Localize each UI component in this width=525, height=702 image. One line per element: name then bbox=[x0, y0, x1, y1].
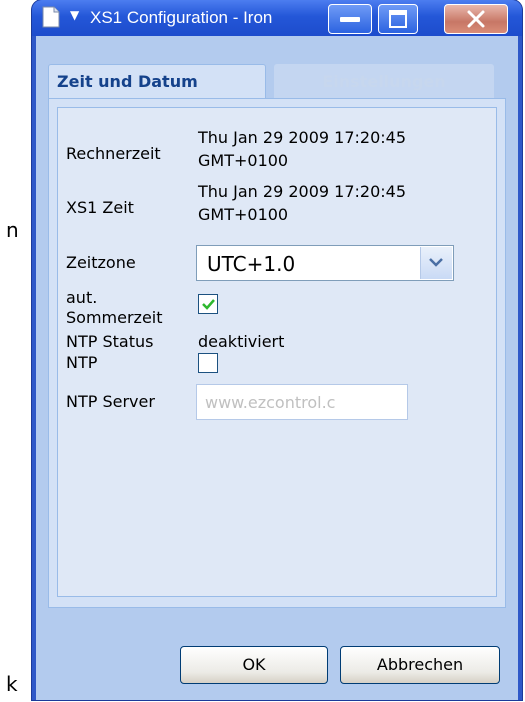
form-fieldset: Rechnerzeit Thu Jan 29 2009 17:20:45 GMT… bbox=[57, 107, 497, 597]
minimize-icon bbox=[340, 17, 360, 22]
tab-einstellungen[interactable]: Einstellungen bbox=[274, 64, 494, 98]
sommerzeit-label-line1: aut. bbox=[66, 288, 98, 307]
window-client-area: Zeit und Datum Einstellungen Rechnerzeit… bbox=[36, 36, 518, 700]
close-button[interactable] bbox=[444, 4, 508, 34]
zeitzone-select[interactable]: UTC+1.0 bbox=[196, 245, 454, 281]
ok-button[interactable]: OK bbox=[180, 646, 328, 684]
menu-arrow-icon[interactable]: ▼ bbox=[70, 8, 79, 22]
sommerzeit-checkbox[interactable] bbox=[198, 294, 218, 314]
xs1-zeit-label: XS1 Zeit bbox=[66, 198, 134, 217]
tab-zeit-und-datum[interactable]: Zeit und Datum bbox=[48, 64, 266, 98]
rechnerzeit-value-line1: Thu Jan 29 2009 17:20:45 bbox=[198, 128, 406, 147]
tab-panel: Rechnerzeit Thu Jan 29 2009 17:20:45 GMT… bbox=[48, 98, 506, 608]
configuration-window: ▼ XS1 Configuration - Iron Zeit und Datu… bbox=[32, 0, 522, 700]
window-title: XS1 Configuration - Iron bbox=[90, 8, 273, 27]
ntp-server-input[interactable]: www.ezcontrol.c bbox=[196, 384, 408, 420]
ntp-label: NTP bbox=[66, 353, 98, 372]
ntp-checkbox[interactable] bbox=[198, 353, 218, 373]
tab-bar: Zeit und Datum Einstellungen bbox=[48, 64, 506, 98]
edge-glyph-n: n bbox=[6, 218, 19, 242]
rechnerzeit-label: Rechnerzeit bbox=[66, 144, 161, 163]
ntp-server-value: www.ezcontrol.c bbox=[205, 393, 336, 412]
xs1-zeit-value-line2: GMT+0100 bbox=[198, 205, 289, 224]
sommerzeit-label-line2: Sommerzeit bbox=[66, 308, 163, 327]
chevron-down-icon bbox=[429, 258, 443, 267]
zeitzone-select-value: UTC+1.0 bbox=[207, 252, 296, 276]
maximize-icon bbox=[389, 10, 407, 28]
ntp-status-value: deaktiviert bbox=[198, 332, 285, 351]
edge-glyph-k: k bbox=[6, 672, 18, 696]
checkmark-icon bbox=[202, 299, 215, 310]
title-bar[interactable]: ▼ XS1 Configuration - Iron bbox=[32, 0, 522, 36]
ntp-server-label: NTP Server bbox=[66, 392, 155, 411]
zeitzone-dropdown-button[interactable] bbox=[420, 247, 452, 279]
xs1-zeit-value-line1: Thu Jan 29 2009 17:20:45 bbox=[198, 182, 406, 201]
minimize-button[interactable] bbox=[328, 4, 372, 34]
close-icon bbox=[467, 10, 485, 28]
document-icon[interactable] bbox=[42, 6, 60, 28]
zeitzone-label: Zeitzone bbox=[66, 253, 136, 272]
maximize-button[interactable] bbox=[378, 4, 418, 34]
rechnerzeit-value-line2: GMT+0100 bbox=[198, 151, 289, 170]
ntp-status-label: NTP Status bbox=[66, 332, 154, 351]
cancel-button[interactable]: Abbrechen bbox=[340, 646, 500, 684]
